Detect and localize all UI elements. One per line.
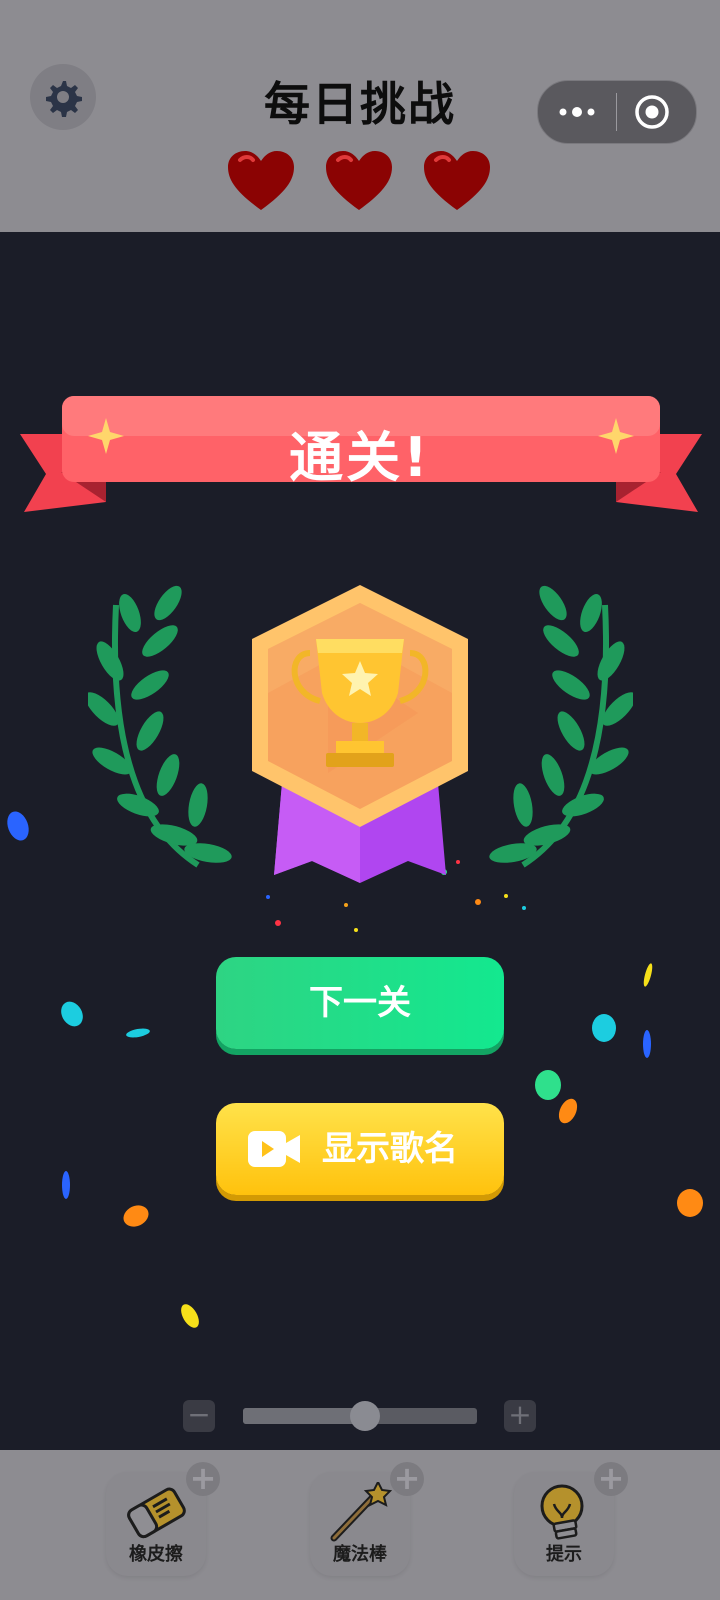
heart-icon	[228, 151, 294, 210]
show-song-name-label: 显示歌名	[322, 1129, 458, 1169]
tool-magic-wand[interactable]: + 魔法棒	[310, 1462, 424, 1576]
trophy-badge	[88, 585, 633, 883]
add-hint-button[interactable]: +	[594, 1462, 628, 1496]
eraser-icon	[127, 1487, 186, 1539]
slider-fill	[243, 1408, 365, 1424]
capsule-divider	[616, 93, 617, 131]
heart-icon	[326, 151, 392, 210]
zoom-in-button[interactable]: +	[504, 1400, 536, 1432]
tool-magic-wand-label: 魔法棒	[333, 1544, 387, 1565]
zoom-out-button[interactable]: −	[183, 1400, 215, 1432]
magic-wand-icon	[330, 1482, 392, 1542]
left-laurel	[88, 585, 232, 868]
tool-hint[interactable]: + 提示	[514, 1462, 628, 1576]
add-magic-wand-button[interactable]: +	[390, 1462, 424, 1496]
next-level-button[interactable]: 下一关	[216, 957, 504, 1049]
lightbulb-icon	[540, 1484, 584, 1540]
tool-eraser[interactable]: + 橡皮擦	[106, 1462, 220, 1576]
heart-icon	[424, 151, 490, 210]
tool-eraser-label: 橡皮擦	[129, 1544, 183, 1565]
lives-hearts	[0, 150, 720, 220]
video-camera-icon	[248, 1131, 300, 1167]
slider-thumb[interactable]	[349, 1401, 380, 1431]
target-close-icon[interactable]	[634, 94, 670, 130]
tool-hint-label: 提示	[546, 1544, 582, 1565]
header-bar: 每日挑战	[0, 0, 720, 232]
mini-program-capsule	[537, 80, 697, 144]
add-eraser-button[interactable]: +	[186, 1462, 220, 1496]
level-complete-text: 通关!	[289, 426, 431, 489]
right-laurel	[489, 585, 633, 868]
more-dots-icon[interactable]	[552, 97, 602, 127]
show-song-name-button[interactable]: 显示歌名	[216, 1103, 504, 1195]
